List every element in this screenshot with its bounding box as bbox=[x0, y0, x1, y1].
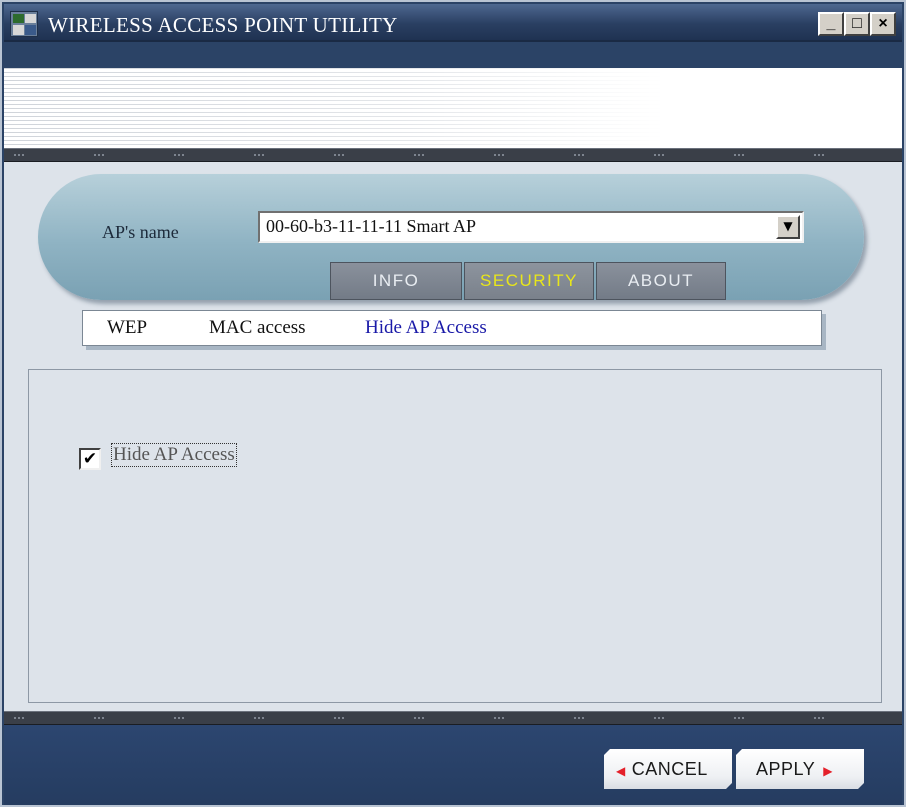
tab-security[interactable]: SECURITY bbox=[464, 262, 594, 300]
maximize-button[interactable]: □ bbox=[844, 12, 870, 36]
ap-name-select[interactable]: 00-60-b3-11-11-11 Smart AP ▼ bbox=[258, 211, 804, 243]
apply-button[interactable]: APPLY ▶ bbox=[736, 749, 864, 789]
ap-name-value: 00-60-b3-11-11-11 Smart AP bbox=[266, 216, 476, 236]
app-window: WIRELESS ACCESS POINT UTILITY _ □ × AP's… bbox=[0, 0, 906, 807]
chevron-down-icon[interactable]: ▼ bbox=[776, 215, 800, 239]
footer-bar: ◀ CANCEL APPLY ▶ bbox=[4, 725, 902, 805]
banner-decoration bbox=[4, 68, 664, 148]
apply-label: APPLY bbox=[756, 759, 816, 779]
subtab-hide-ap-access[interactable]: Hide AP Access bbox=[365, 317, 487, 339]
tab-info[interactable]: INFO bbox=[330, 262, 462, 300]
divider-band-bottom bbox=[4, 711, 902, 725]
security-subtabs: WEP MAC access Hide AP Access bbox=[82, 310, 822, 346]
header-banner bbox=[4, 68, 902, 148]
window-title: WIRELESS ACCESS POINT UTILITY bbox=[48, 13, 398, 37]
settings-content: ✔ Hide AP Access bbox=[28, 369, 882, 703]
divider-band-top bbox=[4, 148, 902, 162]
arrow-right-icon: ▶ bbox=[823, 764, 833, 778]
subtab-mac-access[interactable]: MAC access bbox=[209, 317, 306, 339]
title-bar[interactable]: WIRELESS ACCESS POINT UTILITY _ □ × bbox=[4, 4, 902, 42]
main-panel: AP's name 00-60-b3-11-11-11 Smart AP ▼ I… bbox=[4, 162, 902, 711]
close-button[interactable]: × bbox=[870, 12, 896, 36]
hide-ap-access-checkbox[interactable]: ✔ bbox=[79, 448, 101, 470]
app-icon[interactable] bbox=[10, 11, 38, 37]
arrow-left-icon: ◀ bbox=[616, 764, 626, 778]
tab-about[interactable]: ABOUT bbox=[596, 262, 726, 300]
hide-ap-access-label[interactable]: Hide AP Access bbox=[111, 443, 237, 467]
cancel-button[interactable]: ◀ CANCEL bbox=[604, 749, 732, 789]
ap-name-label: AP's name bbox=[102, 222, 179, 242]
subtab-wep[interactable]: WEP bbox=[107, 317, 147, 339]
minimize-button[interactable]: _ bbox=[818, 12, 844, 36]
ap-selector-panel: AP's name 00-60-b3-11-11-11 Smart AP ▼ I… bbox=[38, 174, 864, 300]
cancel-label: CANCEL bbox=[631, 759, 708, 779]
